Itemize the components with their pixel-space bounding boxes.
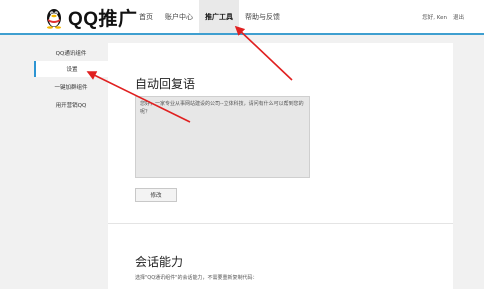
session-capability-title: 会话能力 xyxy=(135,255,184,269)
sidebar-item-marketing-qq[interactable]: 用开营销QQ xyxy=(34,97,108,113)
modify-button[interactable]: 修改 xyxy=(135,188,177,202)
nav-home[interactable]: 首页 xyxy=(133,0,159,33)
qq-promotion-logo[interactable]: QQ推广 xyxy=(44,4,138,30)
user-bar: 您好, Ken 退出 xyxy=(422,13,464,21)
top-header: QQ推广 首页 账户中心 推广工具 帮助与反馈 您好, Ken 退出 xyxy=(0,0,484,35)
logout-link[interactable]: 退出 xyxy=(453,13,464,21)
nav-help-feedback[interactable]: 帮助与反馈 xyxy=(239,0,286,33)
sidebar-item-settings[interactable]: 设置 xyxy=(34,61,108,77)
user-greeting: 您好, Ken xyxy=(422,15,447,21)
main-nav: 首页 账户中心 推广工具 帮助与反馈 xyxy=(133,0,286,33)
session-capability-description: 选择"QQ通讯组件"的会话能力，不需要重新复制代码： xyxy=(135,275,258,281)
section-divider xyxy=(108,223,453,224)
logo-text: QQ推广 xyxy=(68,8,138,30)
sidebar-item-join-group-widget[interactable]: 一键加群组件 xyxy=(34,79,108,95)
nav-account-center[interactable]: 账户中心 xyxy=(159,0,199,33)
sidebar: QQ通讯组件 设置 一键加群组件 用开营销QQ xyxy=(34,43,108,289)
qq-penguin-icon xyxy=(47,9,61,29)
auto-reply-title: 自动回复语 xyxy=(135,77,196,91)
sidebar-item-qq-chat-widget[interactable]: QQ通讯组件 xyxy=(34,45,108,61)
nav-promotion-tools[interactable]: 推广工具 xyxy=(199,0,239,33)
auto-reply-textarea[interactable]: 您好，一家专业从事网站建设的公司--立体科技，请问有什么可以帮到您的呢？ xyxy=(135,96,310,178)
main-content: 自动回复语 您好，一家专业从事网站建设的公司--立体科技，请问有什么可以帮到您的… xyxy=(108,43,453,289)
